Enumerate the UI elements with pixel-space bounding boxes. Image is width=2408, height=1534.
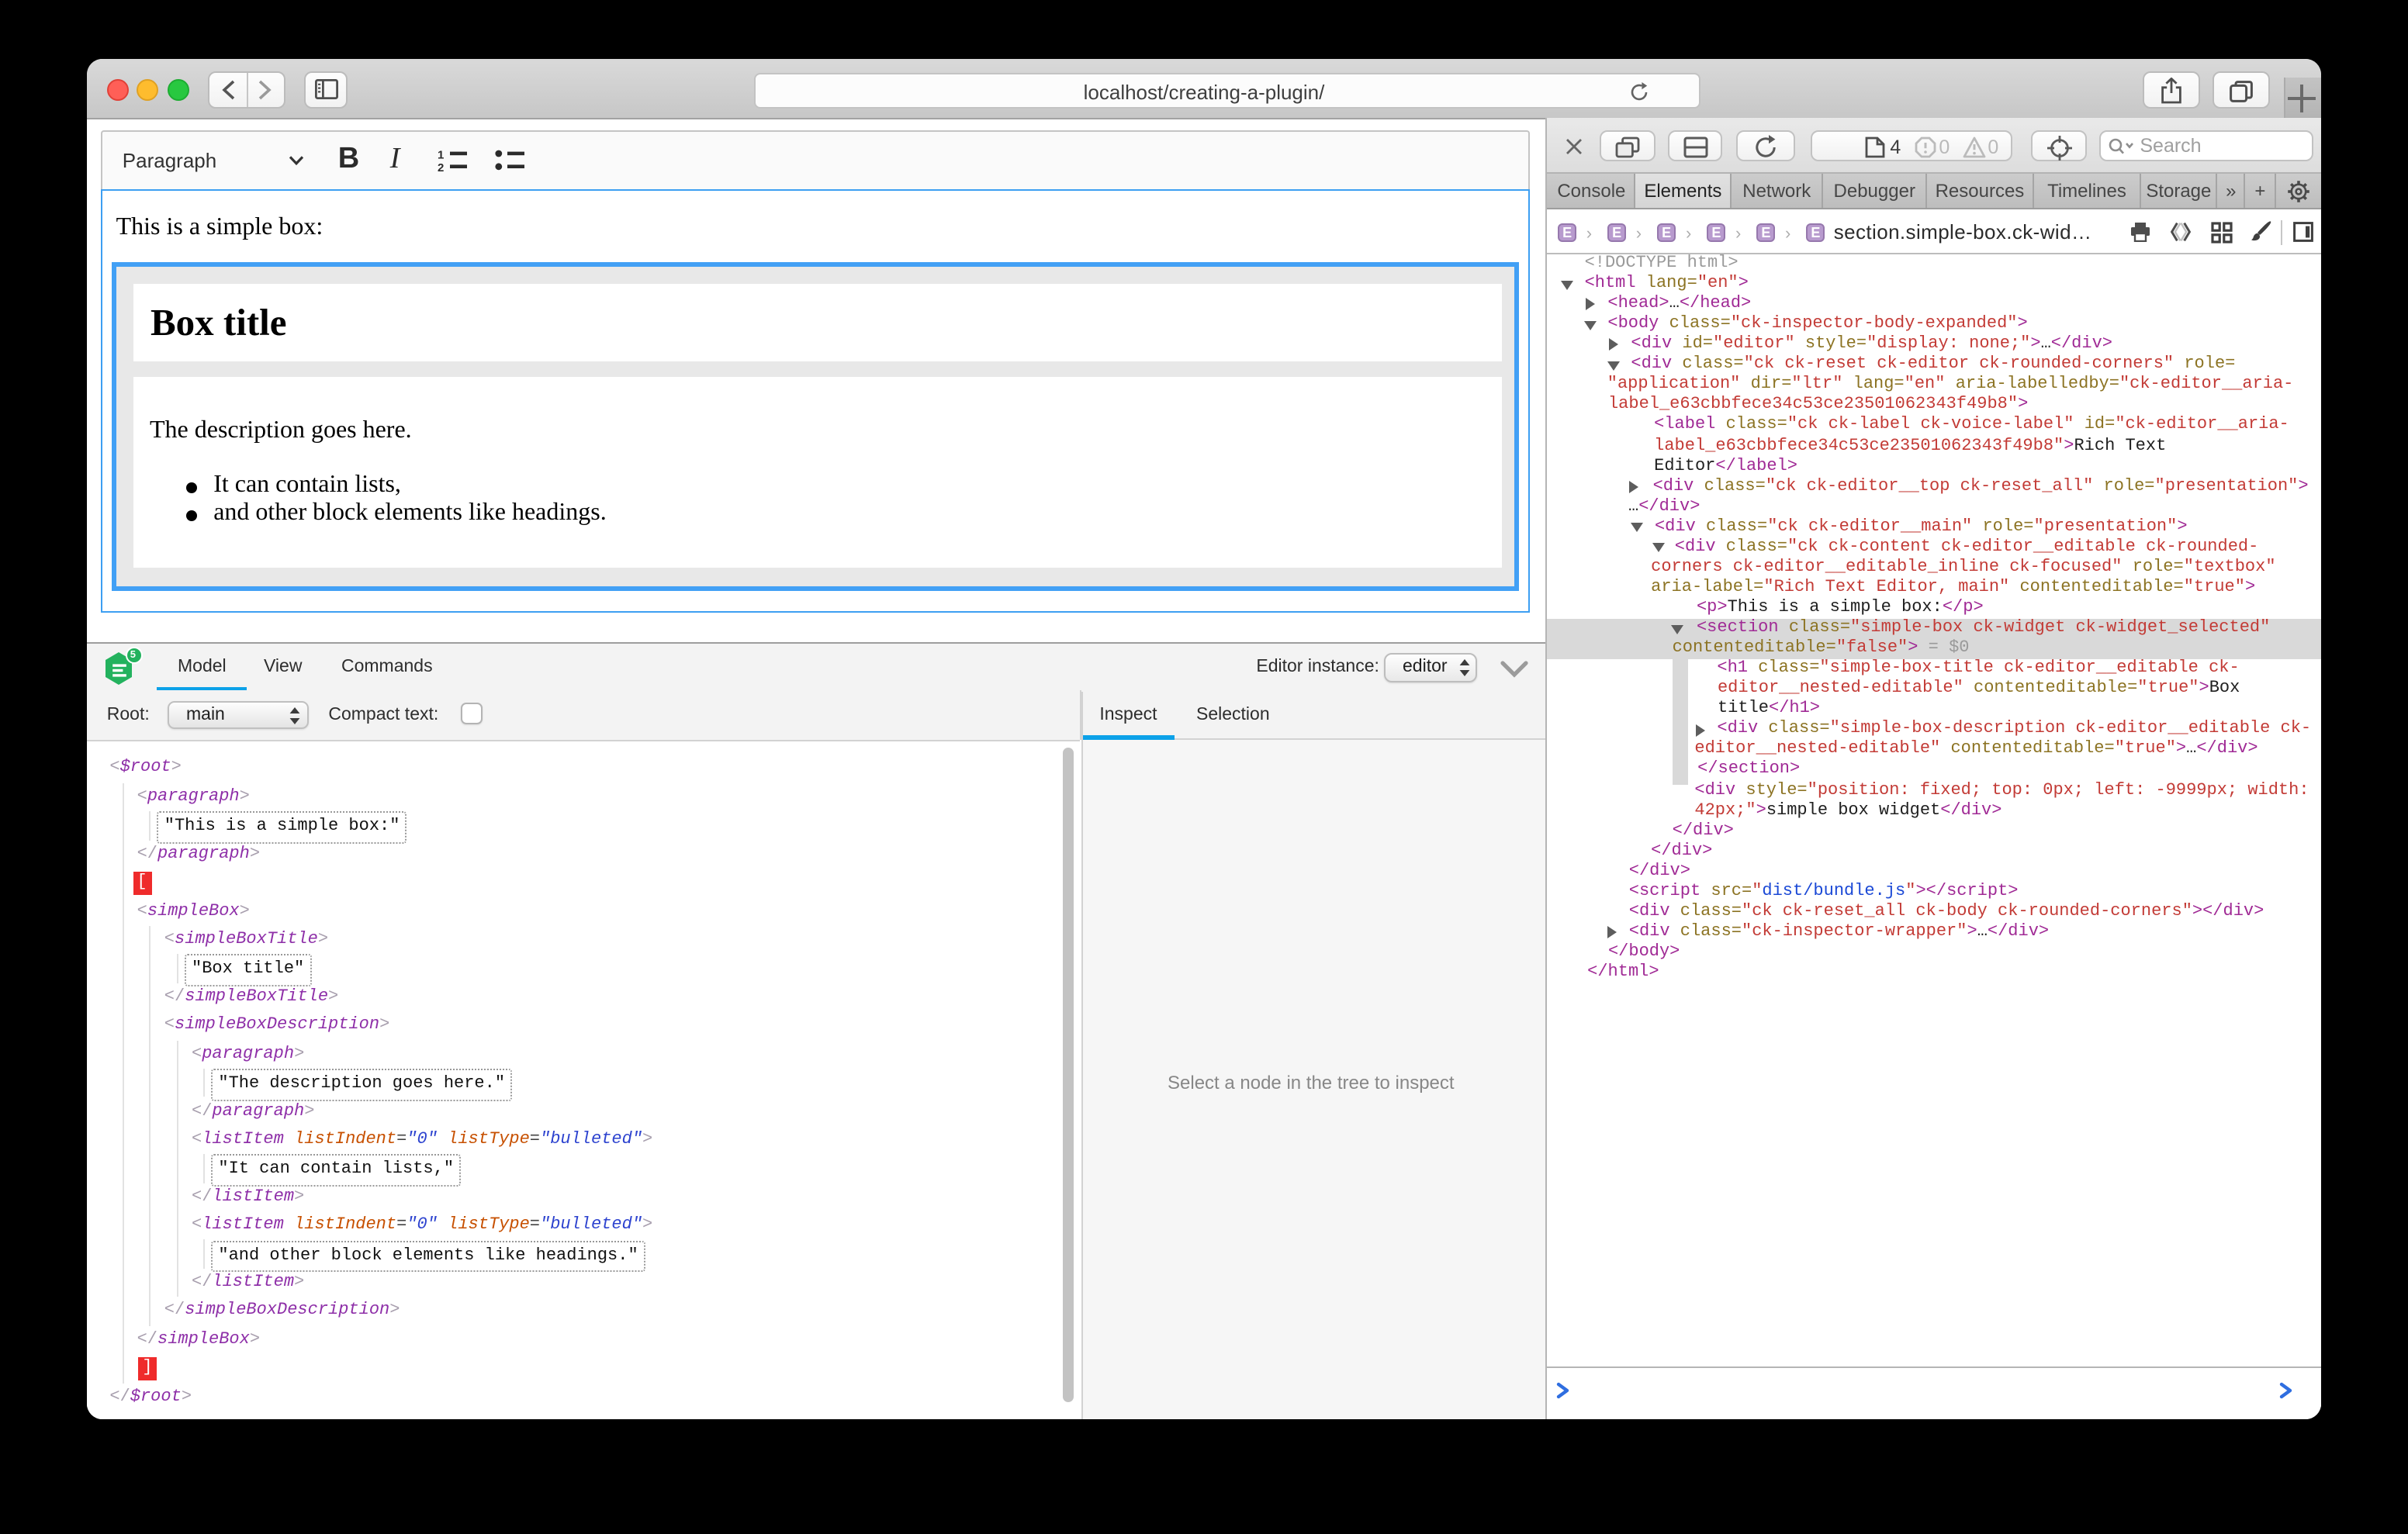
svg-text:2: 2: [438, 161, 445, 171]
svg-text:1: 1: [438, 148, 445, 161]
